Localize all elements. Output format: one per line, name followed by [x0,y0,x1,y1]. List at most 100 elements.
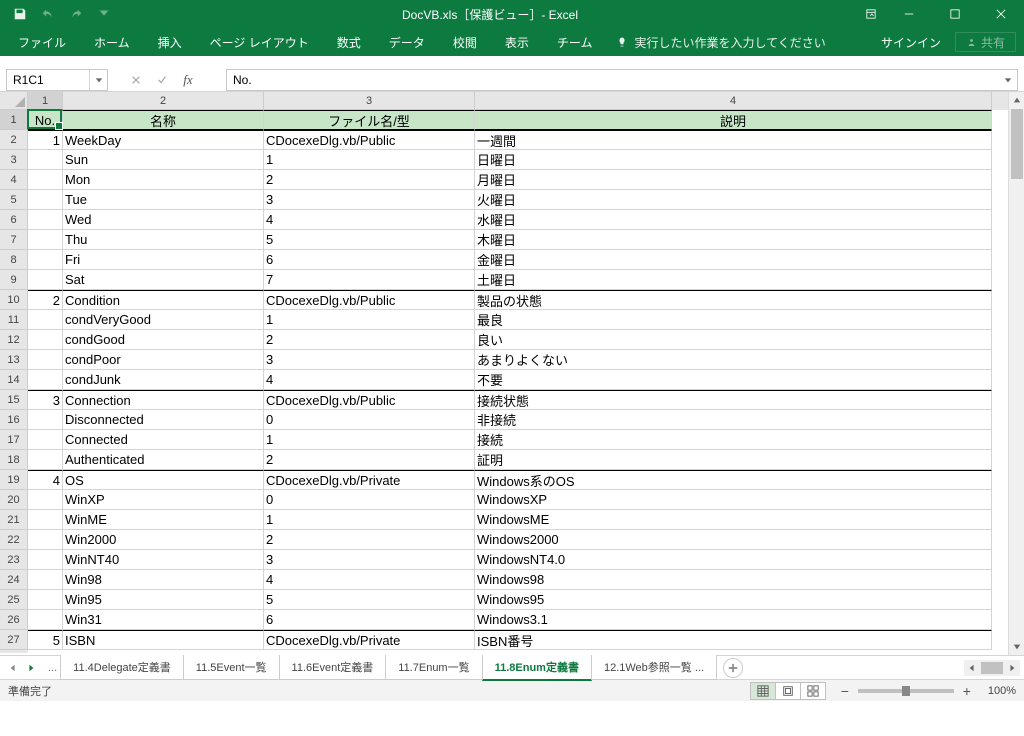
table-cell[interactable]: 3 [264,550,475,570]
table-cell[interactable] [28,570,63,590]
table-cell[interactable]: 金曜日 [475,250,992,270]
row-header[interactable]: 9 [0,270,28,290]
table-cell[interactable]: 3 [264,350,475,370]
row-header[interactable]: 14 [0,370,28,390]
table-cell[interactable] [28,410,63,430]
table-cell[interactable]: Windows2000 [475,530,992,550]
table-cell[interactable]: 製品の状態 [475,290,992,310]
table-cell[interactable]: 3 [28,390,63,410]
table-cell[interactable] [28,450,63,470]
row-header[interactable]: 27 [0,630,28,650]
ribbon-tab-pagelayout[interactable]: ページ レイアウト [196,28,323,56]
table-cell[interactable]: 火曜日 [475,190,992,210]
table-cell[interactable] [28,230,63,250]
table-cell[interactable] [28,610,63,630]
table-cell[interactable]: 良い [475,330,992,350]
row-header[interactable]: 2 [0,130,28,150]
add-sheet-button[interactable] [723,658,743,678]
ribbon-tab-review[interactable]: 校閲 [439,28,491,56]
qat-customize-button[interactable] [92,2,116,26]
page-break-view-button[interactable] [800,682,826,700]
table-cell[interactable]: 一週間 [475,130,992,150]
table-cell[interactable] [28,210,63,230]
table-cell[interactable]: 不要 [475,370,992,390]
sheet-tab[interactable]: 11.7Enum一覧 [385,655,482,680]
page-layout-view-button[interactable] [775,682,801,700]
row-header[interactable]: 7 [0,230,28,250]
vertical-scroll-thumb[interactable] [1011,109,1023,179]
formula-bar[interactable]: No. [226,69,1018,91]
table-cell[interactable]: Win98 [63,570,264,590]
table-cell[interactable]: 月曜日 [475,170,992,190]
table-cell[interactable]: 接続 [475,430,992,450]
table-cell[interactable] [28,490,63,510]
redo-button[interactable] [64,2,88,26]
row-header[interactable]: 11 [0,310,28,330]
table-cell[interactable]: 7 [264,270,475,290]
scroll-down-button[interactable] [1009,639,1024,655]
table-cell[interactable]: 4 [264,570,475,590]
share-button[interactable]: 共有 [955,32,1016,52]
table-cell[interactable]: Wed [63,210,264,230]
table-cell[interactable]: CDocexeDlg.vb/Public [264,130,475,150]
column-header[interactable]: 1 [28,92,63,110]
table-cell[interactable]: CDocexeDlg.vb/Private [264,470,475,490]
horizontal-scroll-thumb[interactable] [981,662,1003,674]
column-header[interactable]: 4 [475,92,992,110]
scroll-left-button[interactable] [964,664,980,672]
table-cell[interactable]: 2 [264,330,475,350]
sheet-tab[interactable]: 12.1Web参照一覧 ... [591,655,717,680]
cancel-formula-button[interactable] [124,70,148,90]
table-cell[interactable]: 日曜日 [475,150,992,170]
row-header[interactable]: 16 [0,410,28,430]
minimize-button[interactable] [886,0,932,28]
table-cell[interactable]: 4 [264,210,475,230]
table-cell[interactable] [28,590,63,610]
table-cell[interactable]: Connection [63,390,264,410]
table-cell[interactable]: Fri [63,250,264,270]
ribbon-tab-data[interactable]: データ [375,28,439,56]
table-cell[interactable] [28,510,63,530]
table-cell[interactable] [28,310,63,330]
table-cell[interactable]: 水曜日 [475,210,992,230]
table-cell[interactable]: 2 [264,170,475,190]
sheet-tab[interactable]: 11.5Event一覧 [183,655,280,680]
table-cell[interactable]: Windows3.1 [475,610,992,630]
table-cell[interactable]: 土曜日 [475,270,992,290]
table-cell[interactable]: 4 [28,470,63,490]
name-box[interactable]: R1C1 [6,69,108,91]
tab-nav-next-button[interactable] [24,661,38,675]
row-header[interactable]: 20 [0,490,28,510]
table-cell[interactable]: 非接続 [475,410,992,430]
table-cell[interactable]: 2 [264,450,475,470]
row-header[interactable]: 26 [0,610,28,630]
maximize-button[interactable] [932,0,978,28]
normal-view-button[interactable] [750,682,776,700]
row-header[interactable]: 22 [0,530,28,550]
table-cell[interactable]: 2 [28,290,63,310]
zoom-out-button[interactable]: − [838,684,852,698]
table-cell[interactable]: condVeryGood [63,310,264,330]
tell-me-search[interactable]: 実行したい作業を入力してください [606,34,835,51]
table-cell[interactable]: CDocexeDlg.vb/Public [264,390,475,410]
table-header-cell[interactable]: 説明 [475,110,992,130]
table-cell[interactable]: 3 [264,190,475,210]
close-button[interactable] [978,0,1024,28]
table-cell[interactable]: WinME [63,510,264,530]
table-cell[interactable]: condJunk [63,370,264,390]
horizontal-scrollbar[interactable] [964,660,1020,676]
enter-formula-button[interactable] [150,70,174,90]
table-cell[interactable]: Thu [63,230,264,250]
row-header[interactable]: 25 [0,590,28,610]
table-cell[interactable] [28,150,63,170]
scroll-right-button[interactable] [1004,664,1020,672]
table-cell[interactable] [28,350,63,370]
sheet-tab[interactable]: 11.8Enum定義書 [482,655,592,681]
row-header[interactable]: 8 [0,250,28,270]
insert-function-button[interactable]: fx [176,70,200,90]
table-cell[interactable] [28,370,63,390]
table-cell[interactable]: Win2000 [63,530,264,550]
ribbon-tab-insert[interactable]: 挿入 [144,28,196,56]
zoom-slider-thumb[interactable] [902,686,910,696]
ribbon-tab-team[interactable]: チーム [543,28,607,56]
